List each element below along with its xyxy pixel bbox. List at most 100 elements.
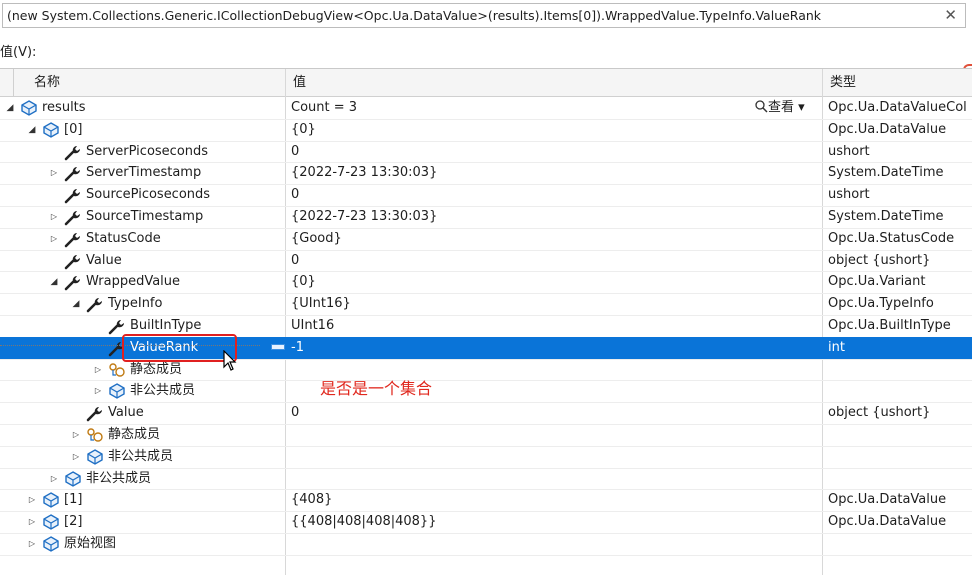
collapse-arrow-icon[interactable]: ◢ [48,271,60,293]
row-name-cell[interactable]: ▷ 静态成员 [0,424,285,446]
row-value-cell[interactable]: {0} [286,119,821,141]
row-name-cell[interactable]: ▷ [2] [0,511,285,533]
row-name-cell[interactable]: Value [0,402,285,424]
object-icon [64,470,82,488]
row-value-cell[interactable]: Count = 3 [286,97,821,119]
close-icon[interactable]: ✕ [944,6,957,24]
row-value-cell[interactable]: {UInt16} [286,293,821,315]
table-row[interactable]: Value 0 object {ushort} [0,402,972,424]
row-name-cell[interactable]: ◢ TypeInfo [0,293,285,315]
object-icon [86,448,104,466]
table-row[interactable]: ▷ 原始视图 [0,533,972,555]
expand-arrow-icon[interactable]: ▷ [48,468,60,490]
expression-bar[interactable]: (new System.Collections.Generic.ICollect… [2,3,966,28]
pin-icon[interactable] [271,344,285,350]
table-row[interactable]: ◢ TypeInfo {UInt16} Opc.Ua.TypeInfo [0,293,972,315]
row-name-cell[interactable]: ▷ StatusCode [0,228,285,250]
expand-arrow-icon[interactable]: ▷ [48,228,60,250]
wrench-icon [86,295,104,313]
table-row[interactable]: ▷ 非公共成员 [0,380,972,402]
row-value-cell[interactable] [286,533,821,555]
table-row[interactable]: ▷ 静态成员 [0,424,972,446]
collapse-arrow-icon[interactable]: ◢ [4,97,16,119]
header-value[interactable]: 值 [285,69,823,96]
row-value-cell[interactable] [286,424,821,446]
expand-arrow-icon[interactable]: ▷ [26,489,38,511]
row-name-cell[interactable]: ◢ [0] [0,119,285,141]
table-row[interactable]: ▷ SourceTimestamp {2022-7-23 13:30:03} Syst… [0,206,972,228]
table-row[interactable]: ◢ WrappedValue {0} Opc.Ua.Variant [0,271,972,293]
table-row[interactable]: ▷ 非公共成员 [0,446,972,468]
row-value-cell[interactable] [286,468,821,490]
row-name-cell[interactable]: ▷ 非公共成员 [0,468,285,490]
expand-arrow-icon[interactable]: ▷ [26,511,38,533]
table-row[interactable]: Value 0 object {ushort} [0,250,972,272]
row-name-cell[interactable]: ▷ 非公共成员 [0,380,285,402]
header-name[interactable]: 名称 [14,69,286,96]
table-row[interactable]: ◢ results Count = 3 Opc.Ua.DataValueCol 查看 ▾ [0,97,972,119]
table-row[interactable]: ▷ 非公共成员 [0,468,972,490]
row-value-cell[interactable]: {408} [286,489,821,511]
header-pin-column [0,69,14,96]
row-name-label: Value [108,405,144,421]
row-name-cell[interactable]: Value [0,250,285,272]
row-value-cell[interactable]: UInt16 [286,315,821,337]
row-name-cell[interactable]: ▷ 原始视图 [0,533,285,555]
row-name-label: 非公共成员 [86,470,152,486]
object-icon [20,99,38,117]
expand-arrow-icon[interactable]: ▷ [26,533,38,555]
row-name-label: SourcePicoseconds [86,187,211,203]
table-row[interactable]: ServerPicoseconds 0 ushort [0,141,972,163]
row-name-cell[interactable]: ◢ WrappedValue [0,271,285,293]
highlight-box [122,334,237,362]
collapse-arrow-icon[interactable]: ◢ [70,293,82,315]
row-name-cell[interactable]: ▷ 非公共成员 [0,446,285,468]
table-row[interactable]: ▷ StatusCode {Good} Opc.Ua.StatusCode [0,228,972,250]
row-type-cell: Opc.Ua.DataValue [828,492,947,508]
table-row[interactable]: ◢ [0] {0} Opc.Ua.DataValue [0,119,972,141]
wrench-icon [108,317,126,335]
expand-arrow-icon[interactable]: ▷ [70,446,82,468]
row-name-label: [0] [64,121,83,137]
row-value-cell[interactable]: 0 [286,250,821,272]
watch-grid: 名称 值 类型 ◢ results Count = 3 Opc.Ua.DataValu… [0,68,972,575]
row-type-cell [823,359,972,381]
collapse-arrow-icon[interactable]: ◢ [26,119,38,141]
expand-arrow-icon[interactable]: ▷ [48,206,60,228]
row-type-cell: Opc.Ua.DataValue [828,121,947,137]
row-value-cell[interactable]: 0 [286,184,821,206]
expand-arrow-icon[interactable]: ▷ [48,162,60,184]
row-type-cell [823,380,972,402]
table-row[interactable]: ▷ [1] {408} Opc.Ua.DataValue [0,489,972,511]
row-value-cell[interactable]: {{408|408|408|408}} [286,511,821,533]
chevron-down-icon: ▾ [798,100,805,115]
row-type-cell: object {ushort} [828,405,931,421]
row-value-cell[interactable]: 0 [286,141,821,163]
row-name-cell[interactable]: SourcePicoseconds [0,184,285,206]
row-name-label: [2] [64,514,83,530]
row-name-cell[interactable]: ▷ [1] [0,489,285,511]
table-row[interactable]: ▷ [2] {{408|408|408|408}} Opc.Ua.DataValue [0,511,972,533]
row-value-cell[interactable] [286,446,821,468]
row-value-cell[interactable]: {Good} [286,228,821,250]
row-type-cell: Opc.Ua.StatusCode [828,230,955,246]
row-value-cell[interactable]: {2022-7-23 13:30:03} [286,162,821,184]
row-value-cell[interactable]: 0 [286,402,821,424]
expand-arrow-icon[interactable]: ▷ [92,359,104,381]
table-row[interactable]: ▷ ServerTimestamp {2022-7-23 13:30:03} Syst… [0,162,972,184]
view-button[interactable]: 查看 ▾ [755,97,805,119]
row-value-cell[interactable]: {2022-7-23 13:30:03} [286,206,821,228]
row-value-cell[interactable]: -1 [286,337,821,359]
expand-arrow-icon[interactable]: ▷ [92,380,104,402]
table-row[interactable]: SourcePicoseconds 0 ushort [0,184,972,206]
row-value-cell[interactable]: {0} [286,271,821,293]
row-name-label: 非公共成员 [130,383,196,399]
expression-text[interactable]: (new System.Collections.Generic.ICollect… [7,8,821,23]
row-name-cell[interactable]: ▷ ServerTimestamp [0,162,285,184]
row-name-label: SourceTimestamp [86,209,204,224]
expand-arrow-icon[interactable]: ▷ [70,424,82,446]
row-name-cell[interactable]: ◢ results [0,97,285,119]
row-name-cell[interactable]: ServerPicoseconds [0,141,285,163]
header-type[interactable]: 类型 [822,69,972,96]
row-name-cell[interactable]: ▷ SourceTimestamp [0,206,285,228]
